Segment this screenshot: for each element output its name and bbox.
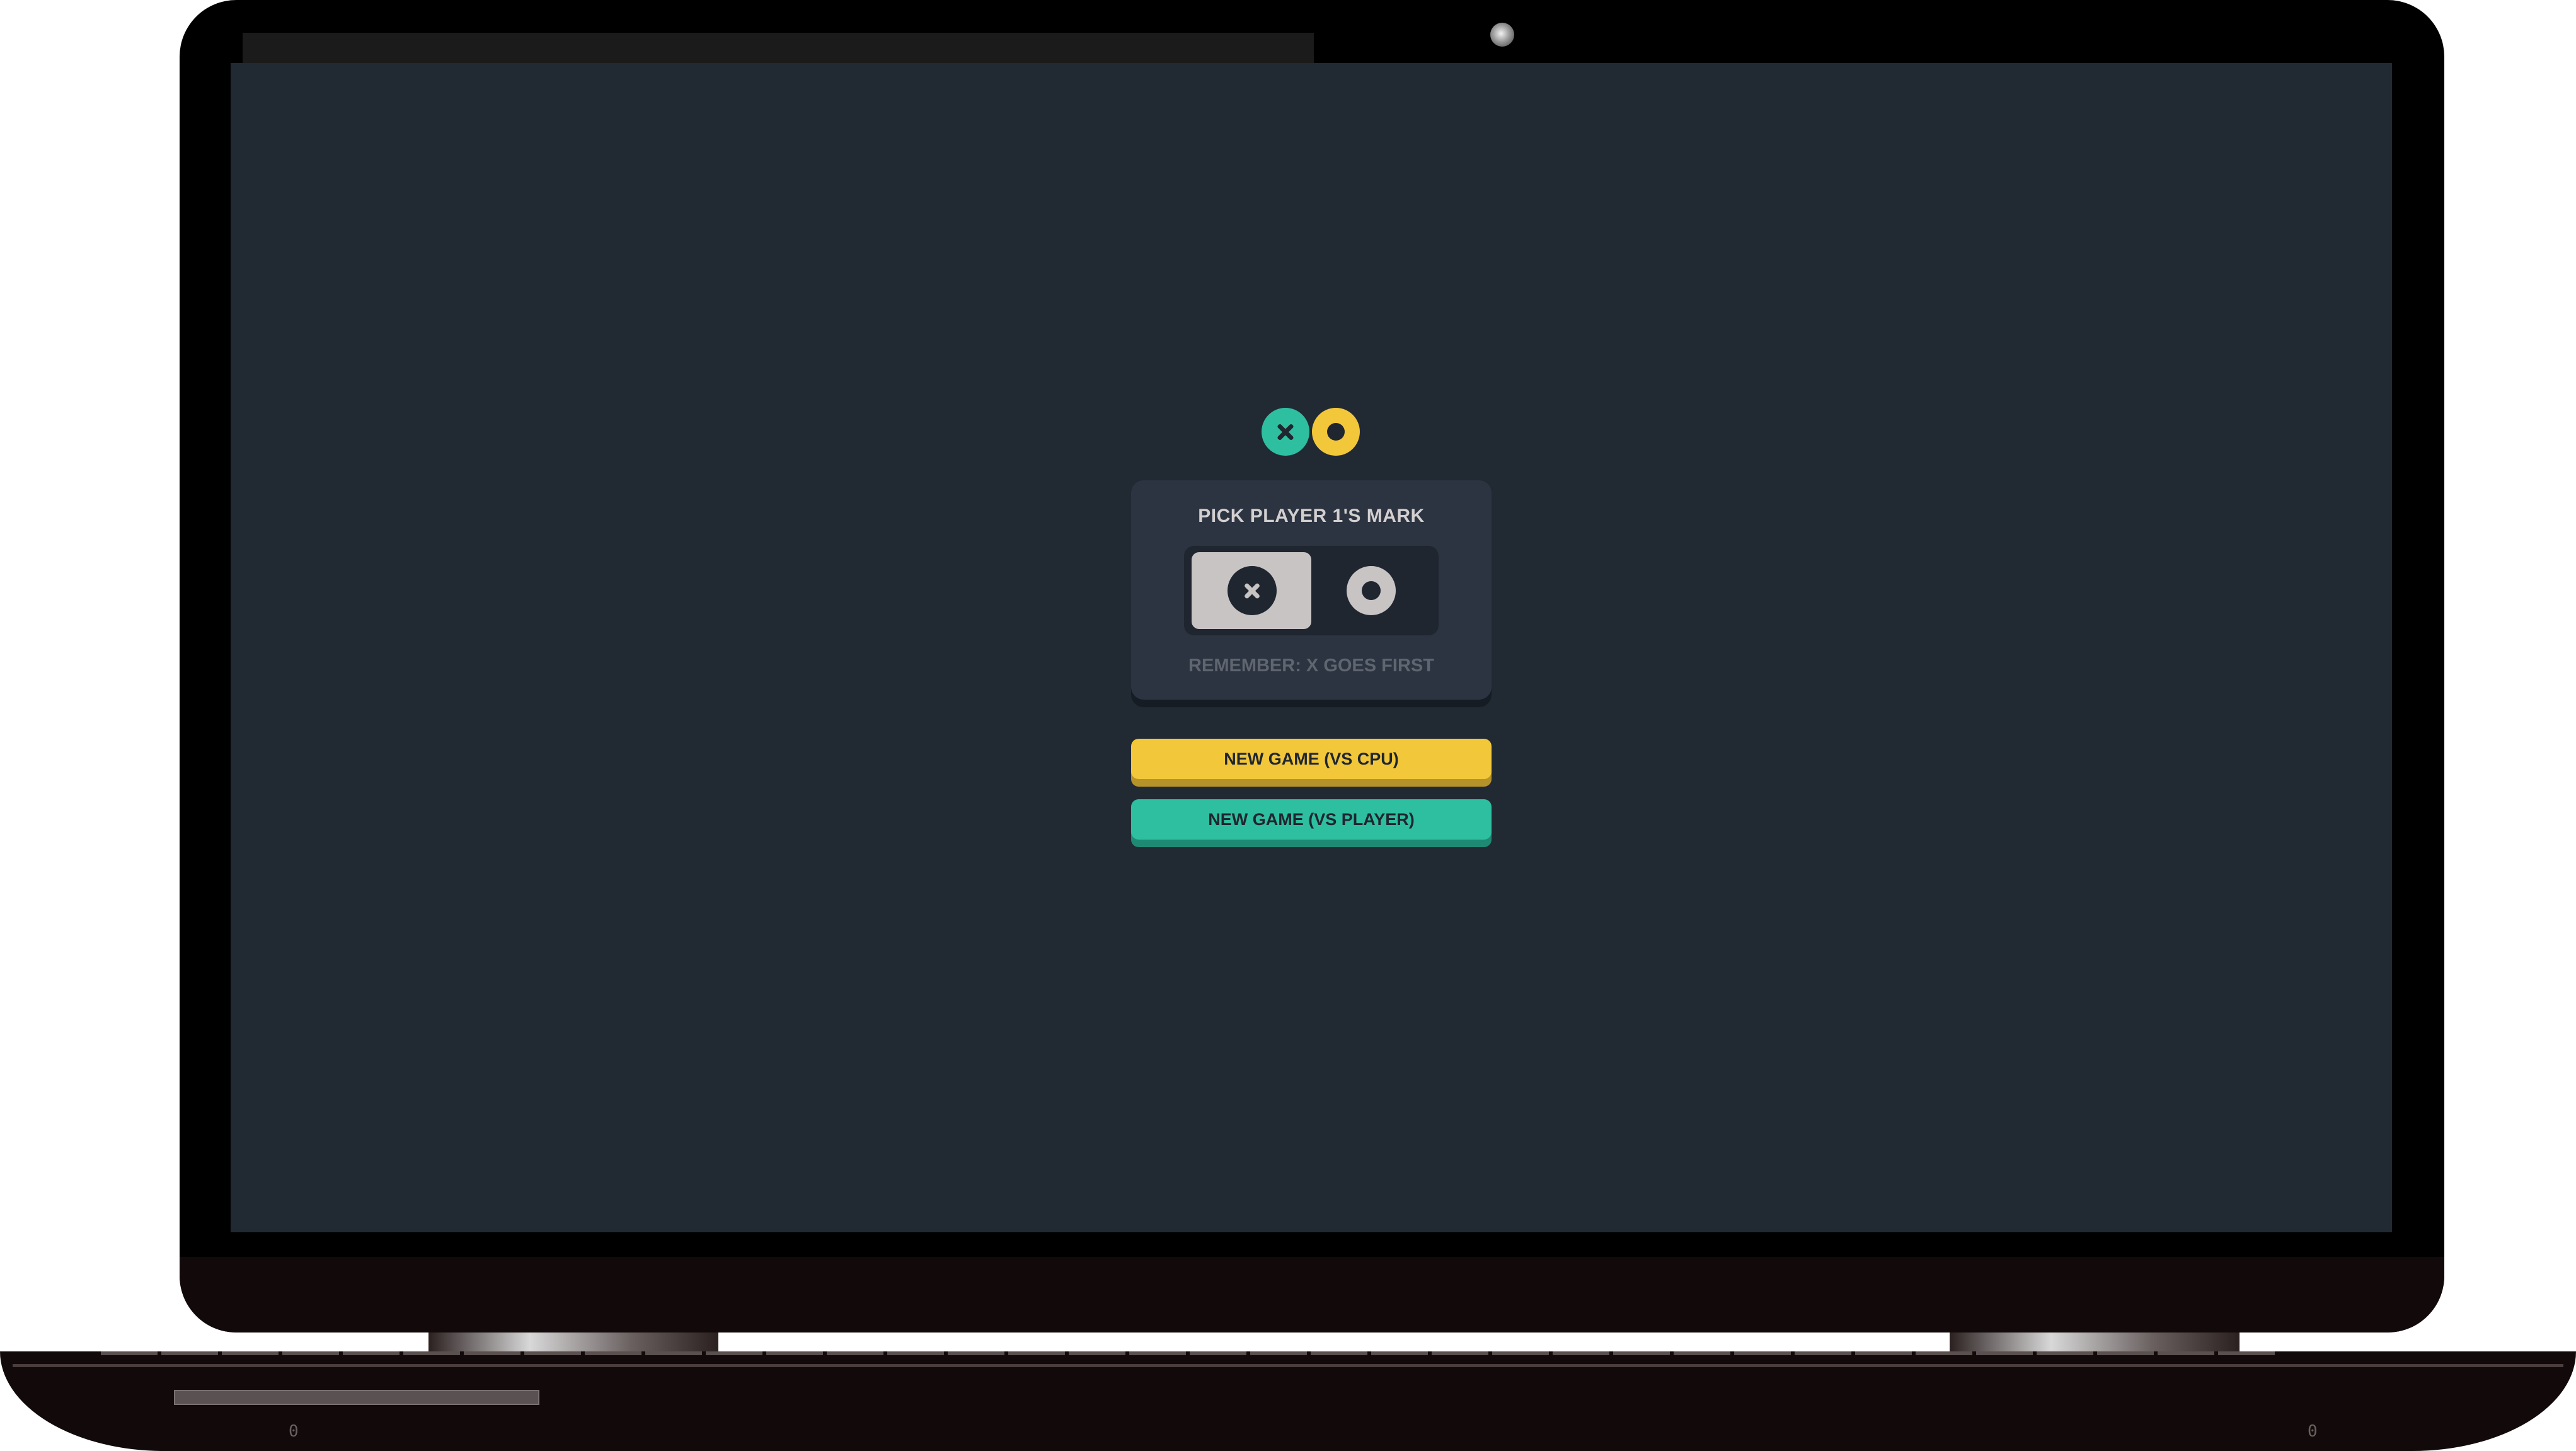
laptop-mockup: PICK PLAYER 1'S MARK REMEMBER: X GOES FI… — [0, 0, 2576, 1451]
webcam-icon — [1490, 23, 1514, 47]
o-mark-icon — [1312, 408, 1360, 456]
base-bar — [174, 1390, 539, 1405]
bezel-top-strip — [243, 33, 1314, 63]
pick-mark-title: PICK PLAYER 1'S MARK — [1198, 506, 1425, 526]
mark-toggle — [1184, 546, 1439, 635]
screen: PICK PLAYER 1'S MARK REMEMBER: X GOES FI… — [231, 63, 2392, 1232]
pick-mark-card: PICK PLAYER 1'S MARK REMEMBER: X GOES FI… — [1131, 480, 1492, 700]
laptop-base: 0 0 — [0, 1351, 2576, 1451]
base-foot-right: 0 — [2308, 1422, 2318, 1441]
hinge-right — [1950, 1332, 2240, 1351]
base-edge-line — [13, 1364, 2563, 1367]
game-logo — [1262, 408, 1362, 456]
x-mark-icon — [1228, 566, 1277, 615]
mark-option-x[interactable] — [1192, 552, 1311, 629]
keyboard-edge — [101, 1351, 2495, 1355]
hinge-left — [428, 1332, 718, 1351]
base-foot-left: 0 — [289, 1422, 299, 1441]
new-game-vs-player-button[interactable]: NEW GAME (VS PLAYER) — [1131, 799, 1492, 840]
pick-mark-hint: REMEMBER: X GOES FIRST — [1188, 656, 1434, 676]
laptop-chin — [180, 1257, 2444, 1332]
mark-option-o[interactable] — [1311, 552, 1431, 629]
x-mark-icon — [1262, 408, 1309, 456]
new-game-vs-cpu-button[interactable]: NEW GAME (VS CPU) — [1131, 739, 1492, 779]
o-mark-icon — [1347, 566, 1396, 615]
